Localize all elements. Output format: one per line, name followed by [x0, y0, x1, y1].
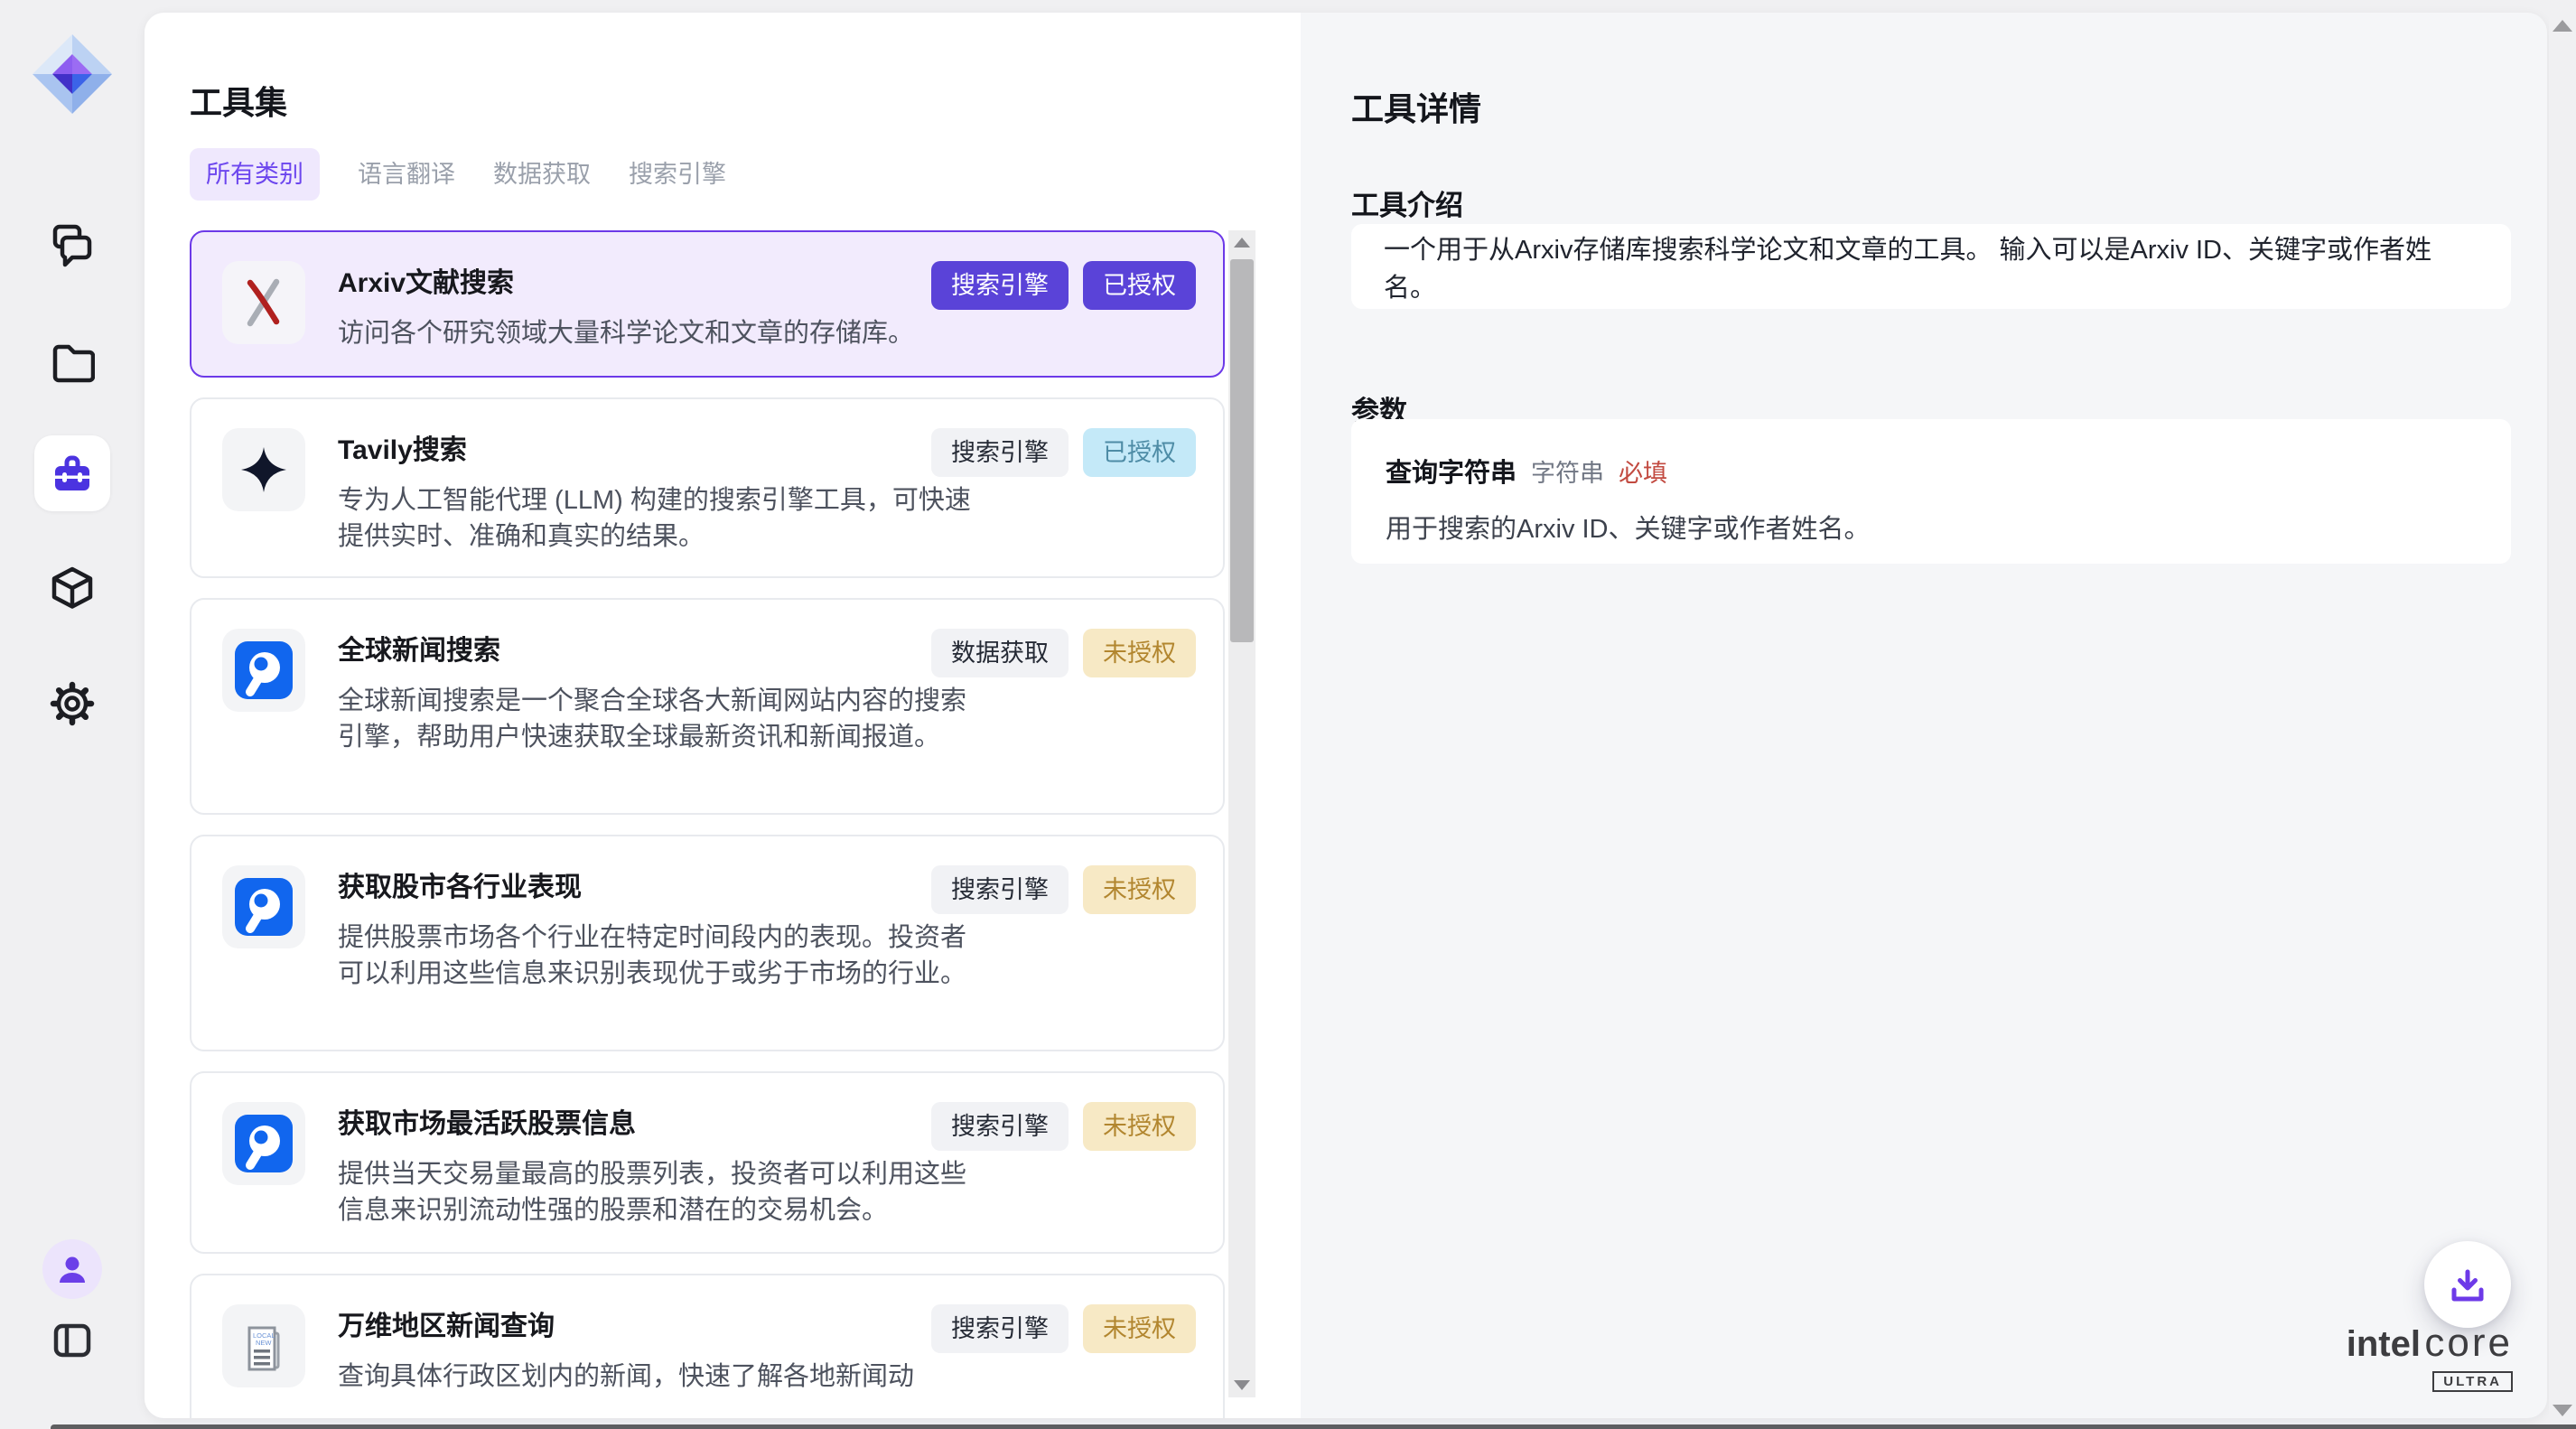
window-bottom-edge	[51, 1424, 2576, 1429]
user-icon	[55, 1252, 89, 1286]
toolbox-icon	[50, 451, 95, 496]
tool-list-scrollbar[interactable]	[1228, 230, 1255, 1397]
param-type: 字符串	[1531, 453, 1604, 489]
sidebar-item-settings[interactable]	[0, 681, 145, 726]
category-badge: 搜索引擎	[931, 261, 1069, 310]
tool-card-global-news[interactable]: 全球新闻搜索 全球新闻搜索是一个聚合全球各大新闻网站内容的搜索引擎，帮助用户快速…	[190, 598, 1225, 815]
auth-badge: 未授权	[1083, 629, 1196, 677]
download-button[interactable]	[2424, 1241, 2511, 1328]
local-news-logo-icon: LOCAL NEW	[222, 1304, 305, 1387]
cube-icon	[50, 565, 95, 611]
intel-wordmark: intel	[2347, 1324, 2421, 1364]
scroll-up-icon[interactable]	[1234, 238, 1250, 248]
auth-badge: 已授权	[1083, 428, 1196, 477]
tool-description: 查询具体行政区划内的新闻，快速了解各地新闻动	[338, 1359, 975, 1395]
arxiv-logo-icon	[222, 261, 305, 344]
tool-description: 提供当天交易量最高的股票列表，投资者可以利用这些信息来识别流动性强的股票和潜在的…	[338, 1156, 975, 1228]
tool-description: 提供股票市场各个行业在特定时间段内的表现。投资者可以利用这些信息来识别表现优于或…	[338, 920, 975, 992]
download-icon	[2447, 1264, 2488, 1305]
category-tabs: 所有类别 语言翻译 数据获取 搜索引擎	[190, 148, 726, 201]
category-badge: 搜索引擎	[931, 1102, 1069, 1151]
tool-name: Arxiv文献搜索	[338, 266, 975, 301]
user-avatar[interactable]	[42, 1239, 102, 1299]
tool-name: 万维地区新闻查询	[338, 1310, 975, 1344]
auth-badge: 未授权	[1083, 865, 1196, 914]
tool-name: 全球新闻搜索	[338, 634, 975, 668]
tab-all-categories[interactable]: 所有类别	[190, 148, 320, 201]
sidebar-item-models[interactable]	[0, 565, 145, 611]
news-search-logo-icon	[222, 865, 305, 948]
intro-text: 一个用于从Arxiv存储库搜索科学论文和文章的工具。 输入可以是Arxiv ID…	[1384, 229, 2478, 304]
auth-badge: 未授权	[1083, 1304, 1196, 1353]
tool-card-stock-sectors[interactable]: 获取股市各行业表现 提供股票市场各个行业在特定时间段内的表现。投资者可以利用这些…	[190, 835, 1225, 1051]
auth-badge: 未授权	[1083, 1102, 1196, 1151]
auth-badge: 已授权	[1083, 261, 1196, 310]
param-name: 查询字符串	[1386, 452, 1517, 490]
tool-name: Tavily搜索	[338, 434, 975, 468]
tool-card-local-news[interactable]: LOCAL NEW 万维地区新闻查询 查询具体行政区划内的新闻，快速了解各地新闻…	[190, 1274, 1225, 1418]
tavily-logo-icon	[222, 428, 305, 511]
tool-name: 获取股市各行业表现	[338, 871, 975, 905]
folder-icon	[50, 340, 95, 385]
intel-core-ultra-logo: intel core ULTRA	[2276, 1321, 2513, 1392]
ultra-badge: ULTRA	[2432, 1371, 2513, 1392]
panel-toggle-icon	[51, 1319, 94, 1362]
tool-card-arxiv[interactable]: Arxiv文献搜索 访问各个研究领域大量科学论文和文章的存储库。 搜索引擎 已授…	[190, 230, 1225, 378]
category-badge: 数据获取	[931, 629, 1069, 677]
window-scrollbar[interactable]	[2549, 0, 2576, 1429]
scroll-up-icon[interactable]	[2553, 20, 2572, 32]
category-badge: 搜索引擎	[931, 1304, 1069, 1353]
tool-description: 专为人工智能代理 (LLM) 构建的搜索引擎工具，可快速提供实时、准确和真实的结…	[338, 482, 975, 555]
news-search-logo-icon	[222, 1102, 305, 1185]
sidebar	[0, 0, 145, 1429]
app-logo-icon	[0, 31, 145, 117]
sidebar-item-files[interactable]	[0, 340, 145, 385]
toolset-panel: 工具集 所有类别 语言翻译 数据获取 搜索引擎 Arxiv文献搜索 访问各个研究…	[145, 13, 1301, 1418]
gear-icon	[50, 681, 95, 726]
scroll-down-icon[interactable]	[1234, 1380, 1250, 1390]
param-description: 用于搜索的Arxiv ID、关键字或作者姓名。	[1386, 508, 2477, 546]
scroll-down-icon[interactable]	[2553, 1405, 2572, 1416]
scrollbar-thumb[interactable]	[1230, 259, 1254, 642]
svg-text:NEW: NEW	[256, 1339, 272, 1347]
sidebar-item-tools-active[interactable]	[34, 435, 110, 511]
intro-box: 一个用于从Arxiv存储库搜索科学论文和文章的工具。 输入可以是Arxiv ID…	[1351, 224, 2511, 309]
params-box: 查询字符串 字符串 必填 用于搜索的Arxiv ID、关键字或作者姓名。	[1351, 419, 2511, 564]
tool-card-tavily[interactable]: Tavily搜索 专为人工智能代理 (LLM) 构建的搜索引擎工具，可快速提供实…	[190, 397, 1225, 578]
details-title: 工具详情	[1351, 83, 1481, 130]
panel-toggle-button[interactable]	[0, 1319, 145, 1362]
main-content: 工具集 所有类别 语言翻译 数据获取 搜索引擎 Arxiv文献搜索 访问各个研究…	[145, 13, 2547, 1418]
news-search-logo-icon	[222, 629, 305, 712]
tool-description: 全球新闻搜索是一个聚合全球各大新闻网站内容的搜索引擎，帮助用户快速获取全球最新资…	[338, 683, 975, 755]
tool-details-panel: 工具详情 工具介绍 一个用于从Arxiv存储库搜索科学论文和文章的工具。 输入可…	[1301, 13, 2547, 1418]
sidebar-item-chat[interactable]	[0, 220, 145, 267]
tab-translation[interactable]: 语言翻译	[358, 148, 455, 201]
tab-search-engine[interactable]: 搜索引擎	[629, 148, 726, 201]
intro-heading: 工具介绍	[1351, 182, 1463, 223]
tool-card-active-stocks[interactable]: 获取市场最活跃股票信息 提供当天交易量最高的股票列表，投资者可以利用这些信息来识…	[190, 1071, 1225, 1254]
category-badge: 搜索引擎	[931, 865, 1069, 914]
param-required-label: 必填	[1619, 453, 1667, 489]
tab-data-fetch[interactable]: 数据获取	[493, 148, 591, 201]
tool-name: 获取市场最活跃股票信息	[338, 1107, 975, 1142]
chat-icon	[49, 220, 96, 267]
tool-description: 访问各个研究领域大量科学论文和文章的存储库。	[338, 315, 975, 351]
toolset-title: 工具集	[190, 83, 287, 123]
category-badge: 搜索引擎	[931, 428, 1069, 477]
tool-list: Arxiv文献搜索 访问各个研究领域大量科学论文和文章的存储库。 搜索引擎 已授…	[145, 230, 1301, 1418]
core-wordmark: core	[2424, 1321, 2513, 1365]
